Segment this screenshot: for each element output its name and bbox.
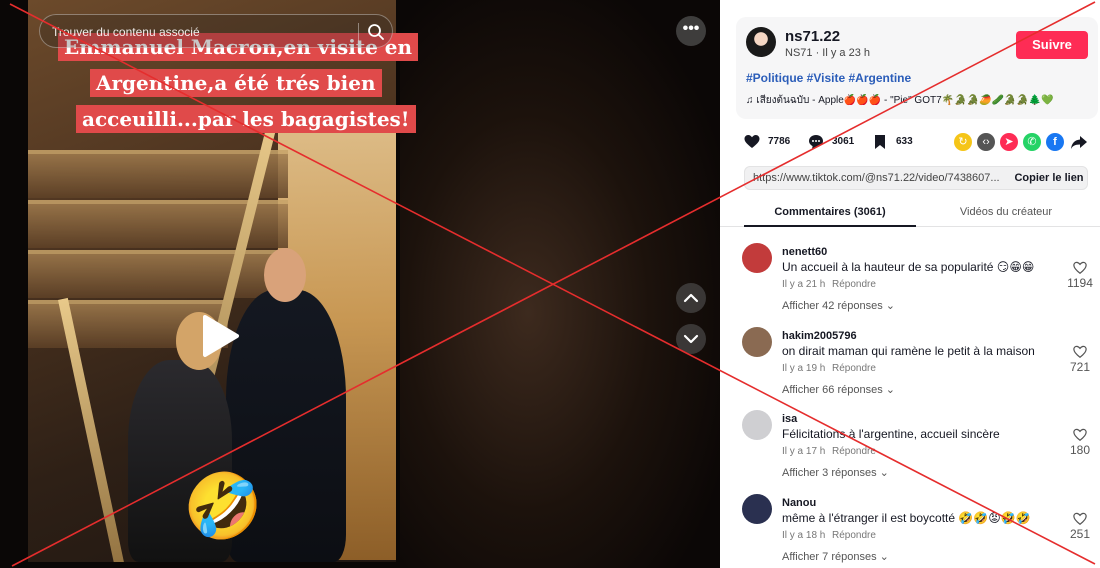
search-icon[interactable] [367, 23, 385, 41]
comment-like-button[interactable]: 1194 [1066, 261, 1094, 301]
show-replies-button[interactable]: Afficher 7 réponses ⌄ [782, 550, 889, 563]
comment-like-button[interactable]: 251 [1066, 512, 1094, 552]
tab-comments[interactable]: Commentaires (3061) [744, 199, 916, 227]
like-count: 7786 [768, 136, 791, 147]
comment-like-button[interactable]: 721 [1066, 345, 1094, 385]
comment-like-button[interactable]: 180 [1066, 428, 1094, 468]
comment-item: nenett60 Un accueil à la hauteur de sa po… [742, 243, 1094, 323]
heart-outline-icon [1073, 512, 1087, 526]
stair-step [28, 250, 288, 298]
tab-creator-videos[interactable]: Vidéos du créateur [920, 199, 1092, 227]
comment-item: isa Félicitations à l'argentine, accueil … [742, 410, 1094, 490]
search-bar[interactable] [39, 14, 393, 48]
save-count: 633 [896, 136, 913, 147]
previous-video-button[interactable] [676, 283, 706, 313]
show-replies-button[interactable]: Afficher 42 réponses ⌄ [782, 299, 895, 312]
comment-item: Nanou même à l'étranger il est boycotté 🤣… [742, 494, 1094, 568]
copy-link-button[interactable]: Copier le lien [1009, 167, 1089, 189]
facebook-share-icon[interactable]: f [1046, 133, 1064, 151]
video-caption: Emmanuel Macron,en visite en Argentine,a… [56, 33, 419, 140]
comment-text: même à l'étranger il est boycotté 🤣🤣😡🤣🤣 [782, 511, 1031, 525]
comment-like-count: 721 [1069, 360, 1091, 374]
video-background [400, 0, 720, 568]
search-input[interactable] [52, 23, 352, 41]
chevron-down-icon [683, 334, 699, 344]
next-video-button[interactable] [676, 324, 706, 354]
commenter-name[interactable]: Nanou [782, 497, 816, 509]
show-replies-button[interactable]: Afficher 3 réponses ⌄ [782, 466, 889, 479]
share-link-url[interactable]: https://www.tiktok.com/@ns71.22/video/74… [753, 172, 1003, 184]
repost-share-icon[interactable]: ↻ [954, 133, 972, 151]
laughing-emoji-sticker: 🤣 [183, 470, 263, 542]
save-action[interactable]: 633 [872, 131, 932, 153]
commenter-name[interactable]: hakim2005796 [782, 330, 857, 342]
action-bar: 7786 3061 633 ↻ ‹› ➤ ✆ f [744, 131, 1094, 153]
author-avatar[interactable] [746, 27, 776, 57]
share-link-box: https://www.tiktok.com/@ns71.22/video/74… [744, 166, 1088, 190]
whatsapp-share-icon[interactable]: ✆ [1023, 133, 1041, 151]
caption-line: acceuilli...par les bagagistes! [76, 105, 416, 133]
author-meta: NS71 · Il y a 23 h [785, 47, 870, 59]
author-username[interactable]: ns71.22 [785, 28, 840, 45]
send-share-icon[interactable]: ➤ [1000, 133, 1018, 151]
hashtags[interactable]: #Politique #Visite #Argentine [746, 71, 911, 85]
comment-time: Il y a 21 h [782, 279, 826, 290]
commenter-avatar[interactable] [742, 410, 772, 440]
music-track[interactable]: ♫ เสียงต้นฉบับ - Apple🍎🍎🍎 - "Pie" GOT7🌴🐊… [746, 93, 1054, 108]
follow-button[interactable]: Suivre [1016, 31, 1088, 59]
commenter-avatar[interactable] [742, 494, 772, 524]
comment-text: on dirait maman qui ramène le petit à la… [782, 344, 1035, 358]
comment-like-count: 251 [1069, 527, 1091, 541]
reply-button[interactable]: Répondre [832, 446, 876, 457]
heart-outline-icon [1073, 428, 1087, 442]
person-head [264, 248, 306, 302]
comment-icon [809, 135, 823, 149]
search-divider [358, 23, 359, 41]
comment-like-count: 180 [1069, 443, 1091, 457]
forward-share-icon[interactable] [1070, 133, 1088, 151]
more-options-button[interactable]: ••• [676, 16, 706, 46]
author-card: ns71.22 NS71 · Il y a 23 h Suivre #Polit… [736, 17, 1098, 119]
commenter-avatar[interactable] [742, 327, 772, 357]
comment-tabs: Commentaires (3061) Vidéos du créateur [720, 199, 1100, 227]
caption-line: Argentine,a été trés bien [90, 69, 382, 97]
comment-text: Un accueil à la hauteur de sa popularité… [782, 260, 1035, 274]
video-area: Emmanuel Macron,en visite en Argentine,a… [0, 0, 720, 568]
play-icon[interactable] [197, 313, 243, 359]
comment-like-count: 1194 [1067, 276, 1093, 290]
show-replies-button[interactable]: Afficher 66 réponses ⌄ [782, 383, 895, 396]
stair-step [28, 150, 288, 198]
chevron-up-icon [683, 293, 699, 303]
side-panel: ns71.22 NS71 · Il y a 23 h Suivre #Polit… [720, 0, 1100, 568]
bookmark-icon [875, 135, 885, 149]
like-action[interactable]: 7786 [744, 131, 804, 153]
comment-time: Il y a 17 h [782, 446, 826, 457]
embed-share-icon[interactable]: ‹› [977, 133, 995, 151]
comment-text: Félicitations à l'argentine, accueil sin… [782, 427, 1000, 441]
commenter-avatar[interactable] [742, 243, 772, 273]
commenter-name[interactable]: nenett60 [782, 246, 827, 258]
reply-button[interactable]: Répondre [832, 530, 876, 541]
reply-button[interactable]: Répondre [832, 279, 876, 290]
comment-count: 3061 [832, 136, 855, 147]
heart-outline-icon [1073, 261, 1087, 275]
reply-button[interactable]: Répondre [832, 363, 876, 374]
comment-item: hakim2005796 on dirait maman qui ramène l… [742, 327, 1094, 407]
heart-icon [744, 135, 760, 148]
heart-outline-icon [1073, 345, 1087, 359]
comment-time: Il y a 18 h [782, 530, 826, 541]
comment-time: Il y a 19 h [782, 363, 826, 374]
commenter-name[interactable]: isa [782, 413, 797, 425]
comment-action[interactable]: 3061 [808, 131, 868, 153]
